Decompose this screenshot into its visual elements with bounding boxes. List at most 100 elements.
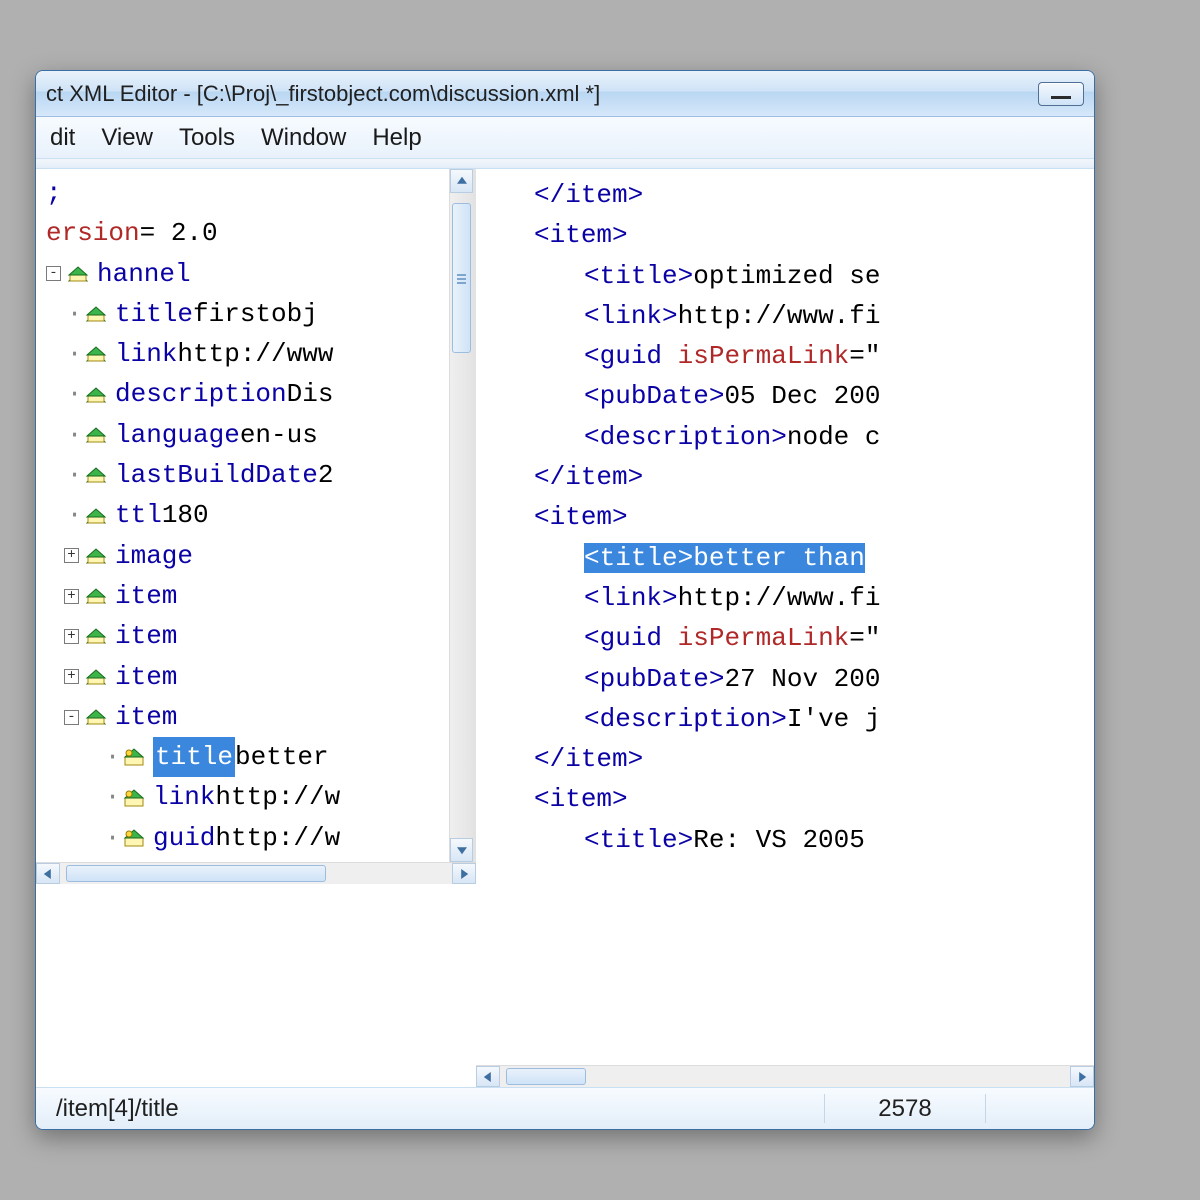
tree-horizontal-scrollbar[interactable] [36, 862, 476, 884]
menu-edit[interactable]: dit [50, 124, 75, 152]
menu-help[interactable]: Help [372, 124, 421, 152]
code-line[interactable]: <description>node c [494, 417, 1094, 457]
menu-view[interactable]: View [101, 124, 153, 152]
code-line[interactable]: <item> [494, 497, 1094, 537]
tree-vertical-scrollbar[interactable] [449, 169, 473, 862]
minimize-button[interactable] [1038, 82, 1084, 106]
expand-toggle-icon[interactable]: - [46, 266, 61, 281]
code-selection: <title>better than [584, 543, 865, 573]
window-title: ct XML Editor - [C:\Proj\_firstobject.co… [46, 81, 600, 107]
code-content[interactable]: </item><item><title>optimized se<link>ht… [476, 169, 1094, 1065]
code-line[interactable]: <item> [494, 215, 1094, 255]
tree-item[interactable]: ; [46, 173, 449, 213]
scroll-right-button[interactable] [452, 863, 476, 884]
tree-item[interactable]: · link http://w [46, 777, 449, 817]
element-icon [85, 587, 107, 605]
code-line[interactable]: </item> [494, 739, 1094, 779]
code-hscroll-track[interactable] [500, 1066, 1070, 1087]
leaf-bullet-icon: · [64, 415, 85, 455]
tree-item-name: title [115, 294, 193, 334]
status-xpath: /item[4]/title [44, 1088, 191, 1129]
tree-item-value: http://www [177, 334, 333, 374]
tree-item[interactable]: + item [46, 576, 449, 616]
element-icon [67, 265, 89, 283]
expand-toggle-icon[interactable]: - [64, 710, 79, 725]
hscroll-track[interactable] [60, 863, 452, 884]
code-scroll-right-button[interactable] [1070, 1066, 1094, 1087]
element-icon [123, 748, 145, 766]
tree-item-value: firstobj [193, 294, 318, 334]
tree-item-name: lastBuildDate [115, 455, 318, 495]
code-line[interactable]: <guid isPermaLink=" [494, 618, 1094, 658]
title-bar[interactable]: ct XML Editor - [C:\Proj\_firstobject.co… [36, 71, 1094, 117]
element-icon [123, 829, 145, 847]
leaf-bullet-icon: · [64, 334, 85, 374]
code-line[interactable]: <title>Re: VS 2005 [494, 820, 1094, 860]
tree-item-name: image [115, 536, 193, 576]
scroll-track[interactable] [450, 193, 473, 838]
tree-item[interactable]: - item [46, 697, 449, 737]
tree-item-name: description [115, 374, 287, 414]
scroll-down-button[interactable] [450, 838, 473, 862]
tree-item-name: item [115, 576, 177, 616]
expand-toggle-icon[interactable]: + [64, 548, 79, 563]
tree-item[interactable]: + image [46, 536, 449, 576]
element-icon [85, 466, 107, 484]
scroll-left-button[interactable] [36, 863, 60, 884]
tree-item[interactable]: + item [46, 616, 449, 656]
element-icon [123, 789, 145, 807]
code-line[interactable]: <item> [494, 779, 1094, 819]
menu-tools[interactable]: Tools [179, 124, 235, 152]
code-line[interactable]: <title>better than [494, 538, 1094, 578]
expand-toggle-icon[interactable]: + [64, 629, 79, 644]
tree-item[interactable]: · language en-us [46, 415, 449, 455]
tree-item[interactable]: · title firstobj [46, 294, 449, 334]
code-pane[interactable]: </item><item><title>optimized se<link>ht… [476, 169, 1094, 1087]
tree-item[interactable]: · ttl 180 [46, 495, 449, 535]
tree-item-name: language [115, 415, 240, 455]
tree-item[interactable]: · lastBuildDate 2 [46, 455, 449, 495]
main-window: ct XML Editor - [C:\Proj\_firstobject.co… [35, 70, 1095, 1130]
tree-item[interactable]: + item [46, 657, 449, 697]
element-icon [85, 547, 107, 565]
tree-item[interactable]: · title better [46, 737, 449, 777]
expand-toggle-icon[interactable]: + [64, 589, 79, 604]
tree-item-name: item [115, 657, 177, 697]
code-line[interactable]: <pubDate>05 Dec 200 [494, 376, 1094, 416]
scroll-up-button[interactable] [450, 169, 473, 193]
tree-item[interactable]: - hannel [46, 254, 449, 294]
tree-item[interactable]: · link http://www [46, 334, 449, 374]
code-scroll-left-button[interactable] [476, 1066, 500, 1087]
code-horizontal-scrollbar[interactable] [476, 1065, 1094, 1087]
menu-window[interactable]: Window [261, 124, 346, 152]
code-line[interactable]: <link>http://www.fi [494, 296, 1094, 336]
tree-wrap: ;ersion = 2.0- hannel· title firstobj· l… [36, 169, 476, 1087]
tree-item-value: better [235, 737, 329, 777]
code-line[interactable]: <description>I've j [494, 699, 1094, 739]
tree-content[interactable]: ;ersion = 2.0- hannel· title firstobj· l… [36, 169, 449, 862]
element-icon [85, 386, 107, 404]
code-line[interactable]: </item> [494, 457, 1094, 497]
tree-pane[interactable]: ;ersion = 2.0- hannel· title firstobj· l… [36, 169, 476, 862]
tree-item[interactable]: ersion = 2.0 [46, 213, 449, 253]
tree-item-value: = 2.0 [140, 213, 218, 253]
tree-item-name: item [115, 697, 177, 737]
tree-item-name: link [115, 334, 177, 374]
hscroll-thumb[interactable] [66, 865, 326, 882]
code-line[interactable]: <guid isPermaLink=" [494, 336, 1094, 376]
client-area: ;ersion = 2.0- hannel· title firstobj· l… [36, 169, 1094, 1087]
tree-item[interactable]: · guid http://w [46, 818, 449, 858]
tree-item-name: hannel [97, 254, 191, 294]
code-line[interactable]: <pubDate>27 Nov 200 [494, 659, 1094, 699]
code-line[interactable]: </item> [494, 175, 1094, 215]
expand-toggle-icon[interactable]: + [64, 669, 79, 684]
code-hscroll-thumb[interactable] [506, 1068, 586, 1085]
tree-item-value: 180 [162, 495, 209, 535]
scroll-thumb[interactable] [452, 203, 471, 353]
tree-item-name: ersion [46, 213, 140, 253]
tree-item[interactable]: · description Dis [46, 374, 449, 414]
code-line[interactable]: <title>optimized se [494, 256, 1094, 296]
code-line[interactable]: <link>http://www.fi [494, 578, 1094, 618]
element-icon [85, 627, 107, 645]
leaf-bullet-icon: · [64, 495, 85, 535]
